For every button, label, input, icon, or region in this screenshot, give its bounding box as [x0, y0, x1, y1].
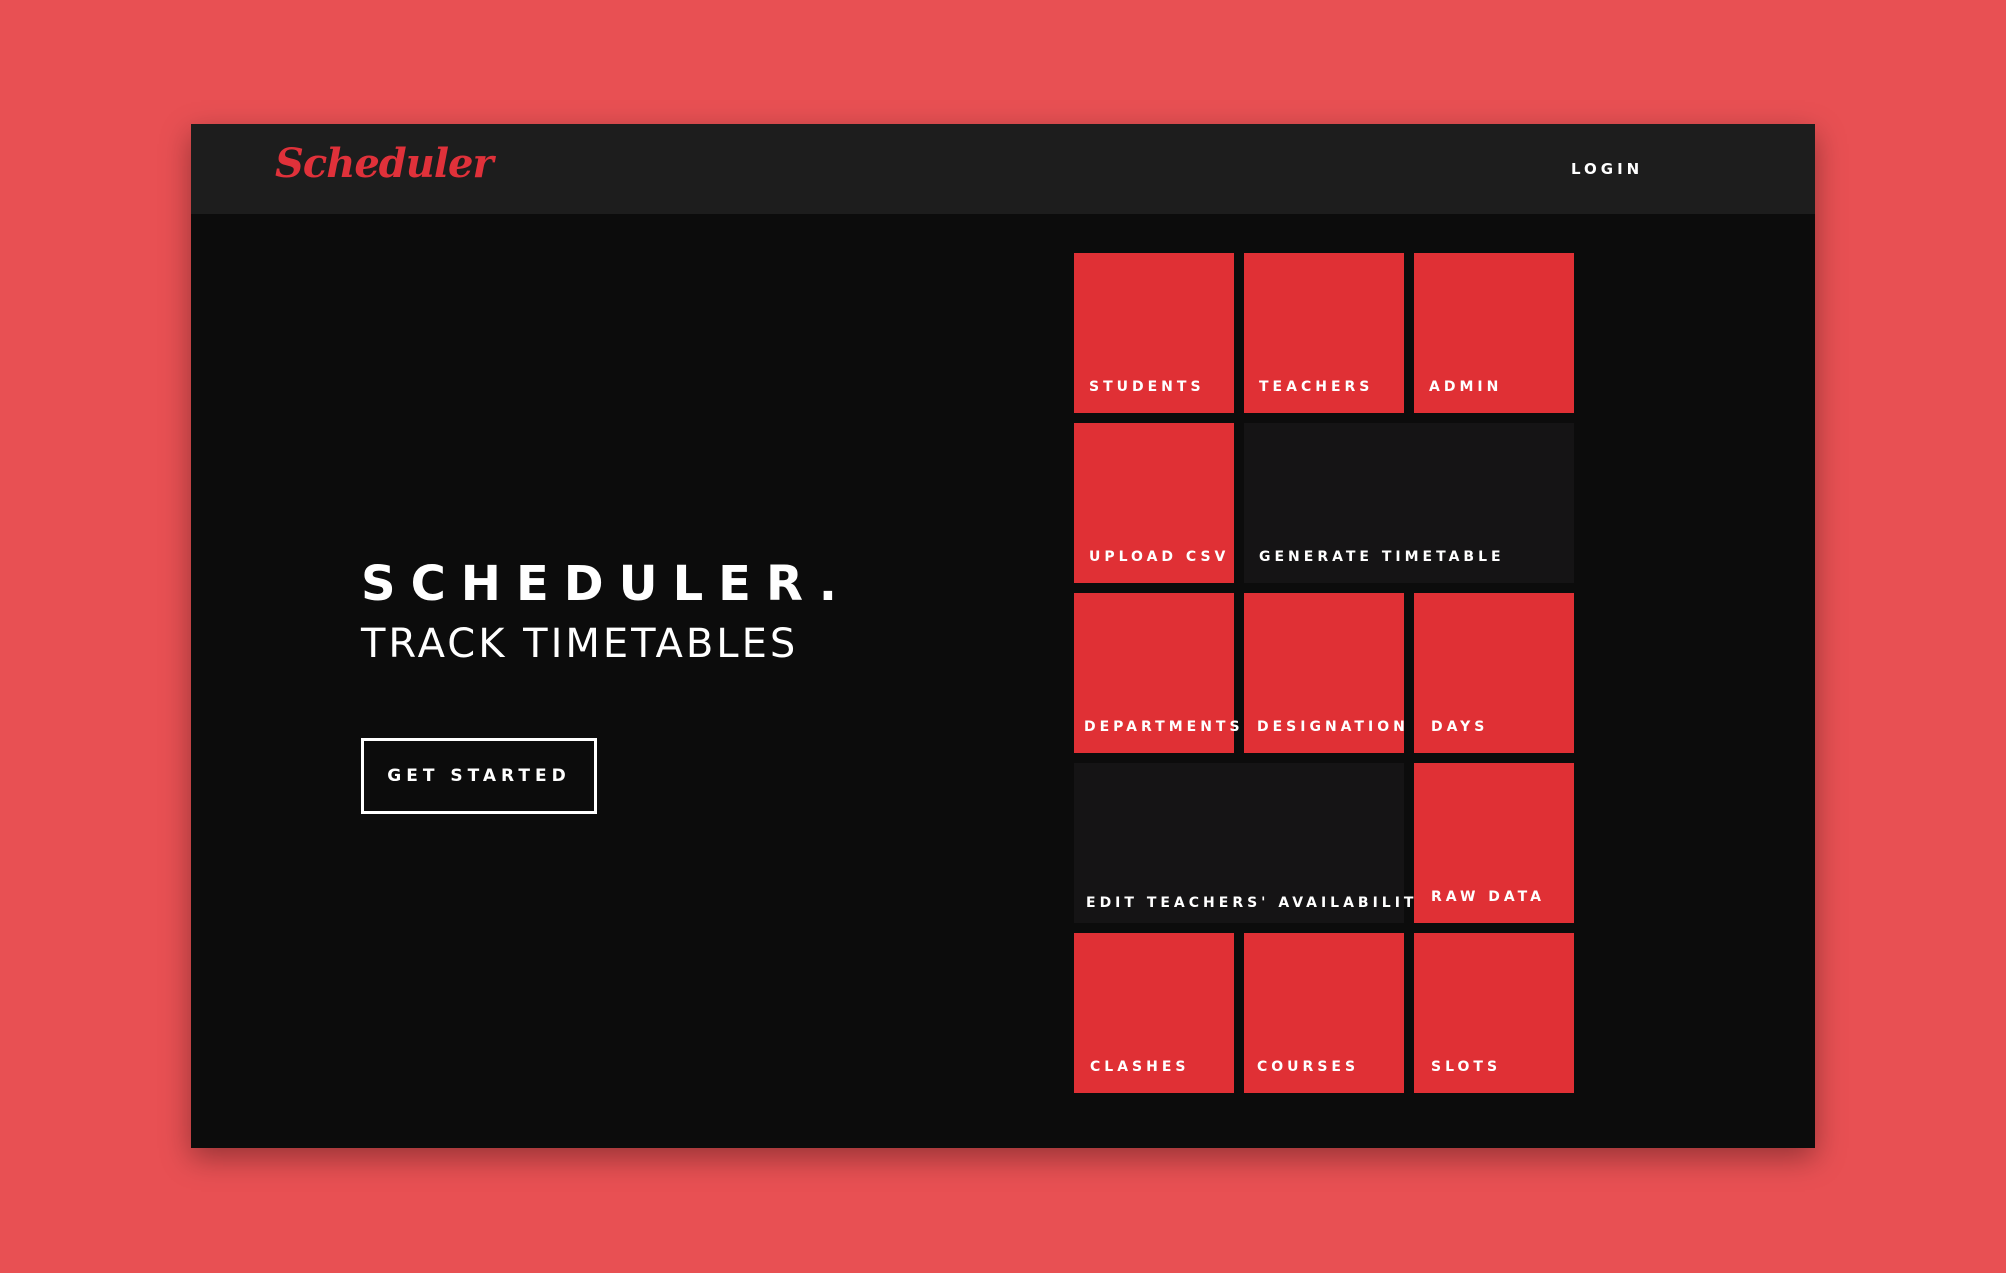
hero-title: SCHEDULER.	[361, 556, 853, 612]
tile-label: TEACHERS	[1259, 379, 1374, 395]
tile-courses[interactable]: COURSES	[1244, 933, 1404, 1093]
tile-label: GENERATE TIMETABLE	[1259, 549, 1505, 565]
hero: SCHEDULER. TRACK TIMETABLES	[361, 560, 981, 664]
tile-label: DAYS	[1431, 719, 1489, 735]
tile-designation[interactable]: DESIGNATION	[1244, 593, 1405, 753]
tile-raw-data[interactable]: RAW DATA	[1414, 763, 1574, 923]
get-started-button[interactable]: GET STARTED	[361, 738, 597, 814]
tile-days[interactable]: DAYS	[1414, 593, 1574, 753]
tile-label: UPLOAD CSV	[1089, 549, 1230, 565]
tile-edit-teachers-availability[interactable]: EDIT TEACHERS' AVAILABILITY	[1074, 763, 1428, 923]
tile-label: SLOTS	[1431, 1059, 1502, 1075]
tile-label: RAW DATA	[1431, 889, 1545, 905]
tile-teachers[interactable]: TEACHERS	[1244, 253, 1404, 413]
tile-label: DESIGNATION	[1257, 719, 1409, 735]
tile-admin[interactable]: ADMIN	[1414, 253, 1574, 413]
hero-subtitle: TRACK TIMETABLES	[361, 621, 799, 667]
tile-label: COURSES	[1257, 1059, 1360, 1075]
tile-slots[interactable]: SLOTS	[1414, 933, 1574, 1093]
navbar: Scheduler LOGIN	[191, 124, 1815, 214]
tile-label: ADMIN	[1429, 379, 1503, 395]
tile-clashes[interactable]: CLASHES	[1074, 933, 1234, 1093]
tile-label: EDIT TEACHERS' AVAILABILITY	[1086, 895, 1432, 911]
tile-label: CLASHES	[1090, 1059, 1190, 1075]
tile-grid: STUDENTS TEACHERS ADMIN UPLOAD CSV GENER…	[1074, 253, 1574, 1093]
tile-upload-csv[interactable]: UPLOAD CSV	[1074, 423, 1234, 583]
tile-students[interactable]: STUDENTS	[1074, 253, 1234, 413]
tile-label: DEPARTMENTS	[1084, 719, 1244, 735]
logo[interactable]: Scheduler	[275, 140, 494, 187]
login-link[interactable]: LOGIN	[1571, 156, 1659, 182]
tile-label: STUDENTS	[1089, 379, 1205, 395]
tile-generate-timetable[interactable]: GENERATE TIMETABLE	[1244, 423, 1574, 583]
app-window: Scheduler LOGIN SCHEDULER. TRACK TIMETAB…	[191, 124, 1815, 1148]
tile-departments[interactable]: DEPARTMENTS	[1074, 593, 1240, 753]
